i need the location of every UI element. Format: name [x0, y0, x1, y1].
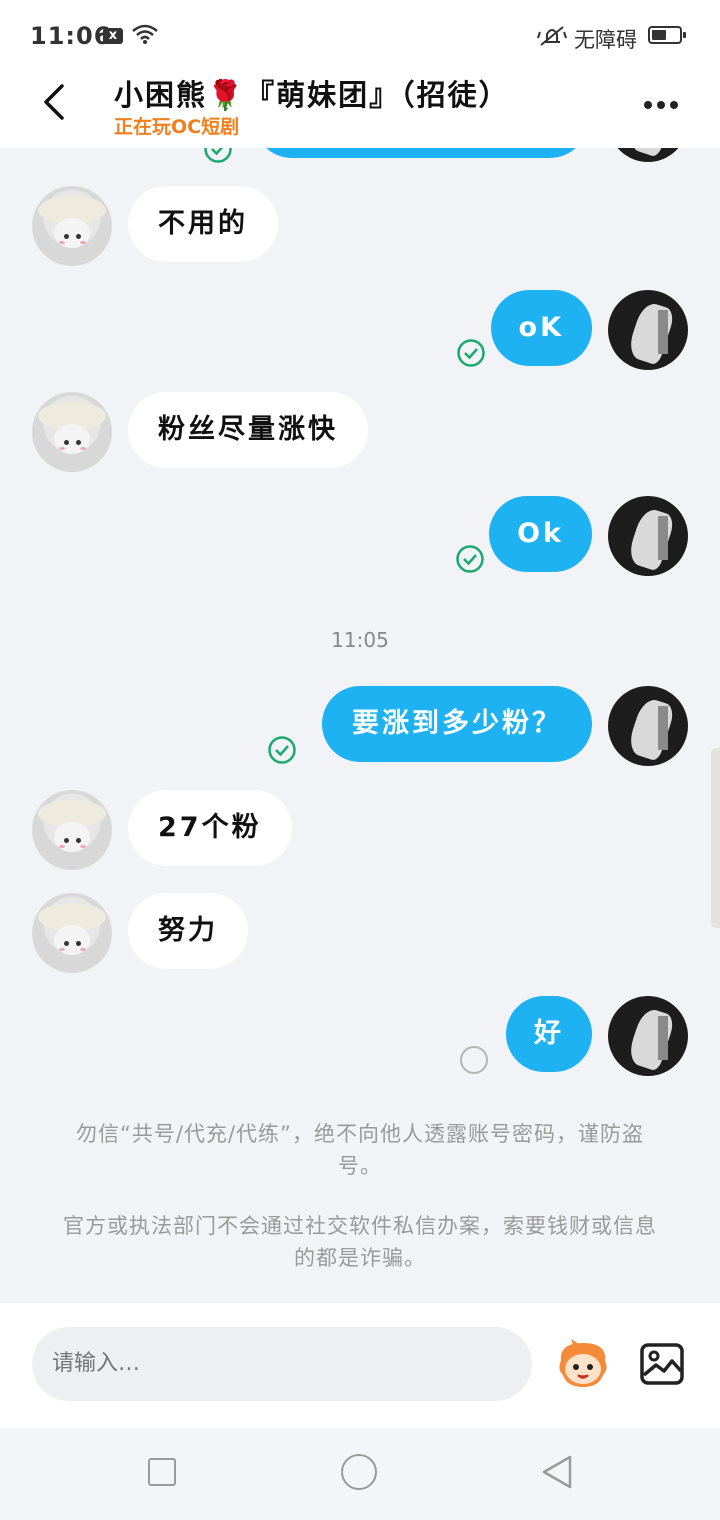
nav-back-icon[interactable]: [540, 1454, 574, 1490]
message-bubble-cutoff[interactable]: [254, 148, 588, 158]
safety-notice: 官方或执法部门不会通过社交软件私信办案，索要钱财或信息的都是诈骗。: [63, 1214, 657, 1270]
accessibility-label: 无障碍: [574, 28, 637, 52]
chat-status-subtitle: 正在玩OC短剧: [114, 116, 240, 138]
chat-header: 小困熊🌹『萌妹团』（招徒） 正在玩OC短剧: [0, 70, 720, 148]
avatar-self[interactable]: [608, 996, 688, 1076]
status-time: 11:06: [30, 22, 112, 50]
notification-x-icon: x: [103, 28, 123, 44]
message-bubble-outgoing[interactable]: 要涨到多少粉？: [322, 686, 592, 762]
read-check-icon: [204, 148, 232, 163]
wifi-icon: [132, 24, 158, 44]
read-check-icon: [268, 736, 296, 764]
avatar-contact[interactable]: [32, 186, 112, 266]
avatar-self[interactable]: [608, 290, 688, 370]
safety-notice: 勿信“共号/代充/代练”，绝不向他人透露账号密码，谨防盗号。: [76, 1122, 644, 1178]
chat-title: 小困熊🌹『萌妹团』（招徒）: [114, 78, 510, 112]
avatar-self[interactable]: [608, 686, 688, 766]
sending-pending-icon: [460, 1046, 488, 1074]
read-check-icon: [456, 545, 484, 573]
back-arrow-icon[interactable]: [36, 82, 76, 122]
message-bubble-incoming[interactable]: 27个粉: [128, 790, 292, 866]
message-bubble-outgoing[interactable]: 好: [506, 996, 592, 1072]
avatar-contact[interactable]: [32, 392, 112, 472]
read-check-icon: [457, 339, 485, 367]
avatar-self[interactable]: [608, 496, 688, 576]
avatar-self[interactable]: [608, 148, 688, 162]
message-bubble-incoming[interactable]: 粉丝尽量涨快: [128, 392, 368, 468]
battery-icon: [648, 26, 686, 44]
scrollbar[interactable]: [711, 748, 720, 928]
image-picker-icon[interactable]: [640, 1343, 684, 1385]
input-bar: [0, 1303, 720, 1428]
message-bubble-incoming[interactable]: 不用的: [128, 186, 278, 262]
more-icon[interactable]: [644, 94, 684, 109]
sticker-emoji-icon[interactable]: [553, 1339, 613, 1389]
message-bubble-incoming[interactable]: 努力: [128, 893, 248, 969]
message-input[interactable]: [32, 1327, 532, 1401]
message-bubble-outgoing[interactable]: oK: [490, 290, 592, 366]
system-nav-bar: [0, 1428, 720, 1520]
message-bubble-outgoing[interactable]: Ok: [489, 496, 592, 572]
home-icon[interactable]: [341, 1454, 377, 1490]
message-list[interactable]: 不用的 oK 粉丝尽量涨快 Ok 11:05 要涨到多少粉？ 27个粉 努力 好…: [0, 148, 720, 1303]
avatar-contact[interactable]: [32, 893, 112, 973]
recent-apps-icon[interactable]: [148, 1458, 176, 1486]
vibrate-icon: [537, 26, 567, 46]
status-bar: 11:06 x 无障碍: [0, 0, 720, 70]
time-divider: 11:05: [331, 628, 389, 652]
avatar-contact[interactable]: [32, 790, 112, 870]
